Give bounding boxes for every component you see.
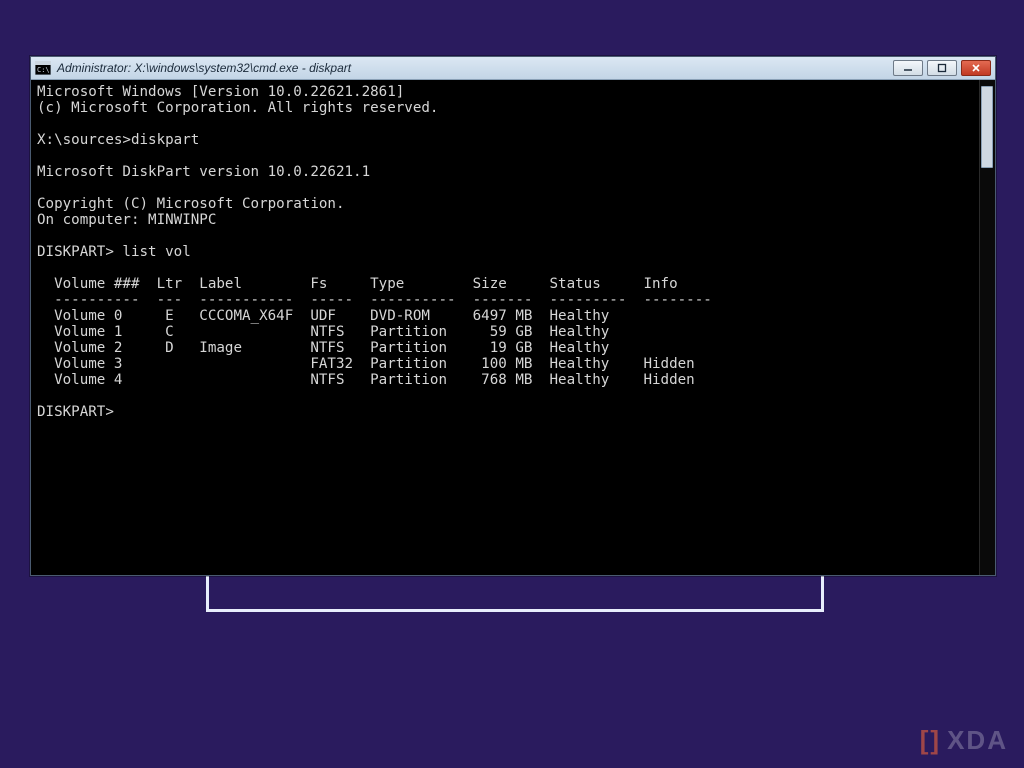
svg-text:C:\: C:\: [37, 66, 50, 74]
table-row: Volume 2 D Image NTFS Partition 19 GB He…: [37, 340, 609, 356]
line: Copyright (C) Microsoft Corporation.: [37, 196, 345, 212]
xda-watermark: [] XDA: [920, 725, 1008, 756]
titlebar[interactable]: C:\ Administrator: X:\windows\system32\c…: [31, 57, 995, 80]
cmd-icon: C:\: [35, 61, 51, 75]
console-output[interactable]: Microsoft Windows [Version 10.0.22621.28…: [31, 80, 979, 575]
table-row: Volume 3 FAT32 Partition 100 MB Healthy …: [37, 356, 695, 372]
table-row: Volume 0 E CCCOMA_X64F UDF DVD-ROM 6497 …: [37, 308, 609, 324]
watermark-text: XDA: [947, 725, 1008, 756]
line: DISKPART> list vol: [37, 244, 191, 260]
vertical-scrollbar[interactable]: [979, 80, 995, 575]
window-title: Administrator: X:\windows\system32\cmd.e…: [57, 61, 351, 75]
line: Microsoft DiskPart version 10.0.22621.1: [37, 164, 370, 180]
table-row: Volume 4 NTFS Partition 768 MB Healthy H…: [37, 372, 695, 388]
table-row: Volume 1 C NTFS Partition 59 GB Healthy: [37, 324, 609, 340]
scrollbar-thumb[interactable]: [981, 86, 993, 168]
maximize-button[interactable]: [927, 60, 957, 76]
line: X:\sources>diskpart: [37, 132, 199, 148]
line: (c) Microsoft Corporation. All rights re…: [37, 100, 438, 116]
line: ---------- --- ----------- ----- -------…: [37, 292, 712, 308]
close-button[interactable]: [961, 60, 991, 76]
line: On computer: MINWINPC: [37, 212, 216, 228]
line: Microsoft Windows [Version 10.0.22621.28…: [37, 84, 404, 100]
cmd-window: C:\ Administrator: X:\windows\system32\c…: [30, 56, 996, 576]
line: Volume ### Ltr Label Fs Type Size Status…: [37, 276, 678, 292]
bracket-icon: []: [920, 725, 941, 756]
minimize-button[interactable]: [893, 60, 923, 76]
line: DISKPART>: [37, 404, 114, 420]
